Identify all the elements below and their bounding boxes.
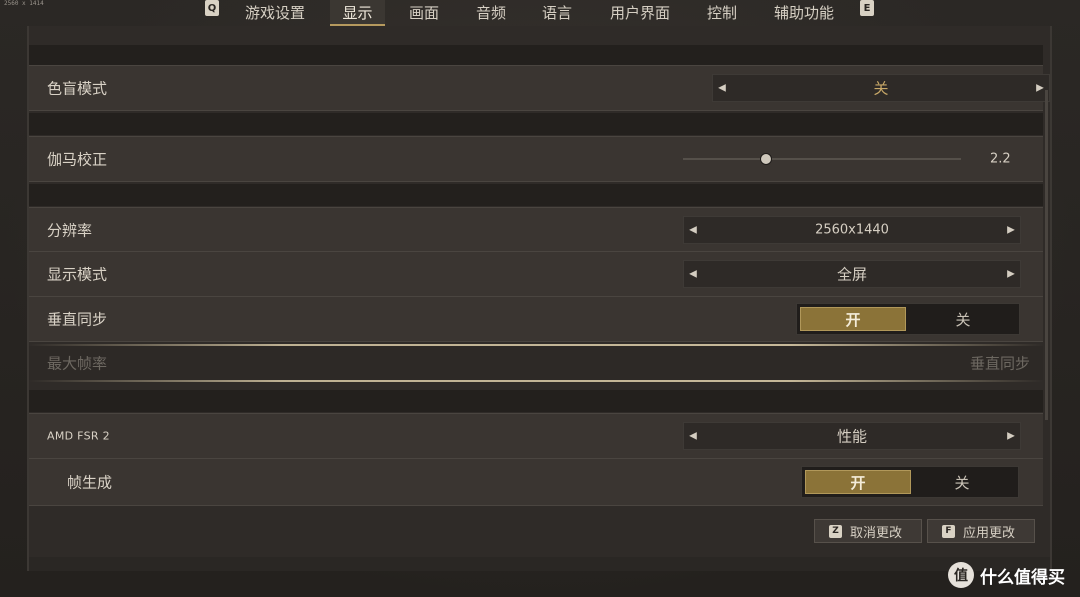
max-fps-value: 垂直同步 bbox=[970, 354, 1031, 373]
frame-gen-toggle[interactable]: 开 关 bbox=[801, 466, 1019, 498]
apply-changes-label: 应用更改 bbox=[963, 525, 1016, 541]
tab-controls[interactable]: 控制 bbox=[696, 0, 748, 24]
watermark-text: 什么值得买 bbox=[980, 567, 1065, 588]
tab-language[interactable]: 语言 bbox=[531, 0, 583, 24]
cancel-changes-button[interactable]: Z 取消更改 bbox=[814, 519, 922, 543]
tab-accessibility[interactable]: 辅助功能 bbox=[765, 0, 843, 24]
watermark: 值 什么值得买 bbox=[948, 560, 1065, 590]
section-header bbox=[29, 390, 1043, 412]
section-header bbox=[29, 45, 1043, 67]
row-display-mode: 显示模式 ◀ 全屏 ▶ bbox=[29, 251, 1043, 297]
section-header bbox=[29, 113, 1043, 135]
nav-prev-key[interactable]: Q bbox=[205, 0, 219, 16]
vsync-on-option[interactable]: 开 bbox=[800, 307, 906, 331]
panel-frame-right bbox=[1050, 26, 1052, 571]
row-max-fps: 最大帧率 垂直同步 bbox=[29, 346, 1043, 380]
gamma-label: 伽马校正 bbox=[47, 150, 108, 169]
gamma-value: 2.2 bbox=[990, 151, 1011, 167]
section-header bbox=[29, 184, 1043, 206]
display-mode-label: 显示模式 bbox=[47, 265, 108, 284]
fsr-label: AMD FSR 2 bbox=[47, 429, 110, 443]
tab-user-interface[interactable]: 用户界面 bbox=[600, 0, 680, 24]
cancel-changes-label: 取消更改 bbox=[850, 525, 903, 541]
display-mode-value: 全屏 bbox=[836, 265, 867, 284]
nav-next-key[interactable]: E bbox=[860, 0, 874, 16]
row-amd-fsr: AMD FSR 2 ◀ 性能 ▶ bbox=[29, 413, 1043, 459]
tab-display[interactable]: 显示 bbox=[330, 0, 385, 26]
vsync-label: 垂直同步 bbox=[47, 310, 108, 329]
fsr-value: 性能 bbox=[836, 427, 867, 446]
arrow-left-icon[interactable]: ◀ bbox=[686, 269, 700, 280]
watermark-logo-icon: 值 bbox=[948, 562, 974, 588]
colorblind-label: 色盲模式 bbox=[47, 79, 108, 98]
cancel-key: Z bbox=[829, 524, 842, 538]
arrow-right-icon[interactable]: ▶ bbox=[1004, 431, 1018, 442]
vsync-off-option[interactable]: 关 bbox=[910, 307, 1016, 331]
frame-gen-on-option[interactable]: 开 bbox=[805, 470, 911, 494]
row-gamma: 伽马校正 2.2 bbox=[29, 136, 1043, 182]
tab-game-settings[interactable]: 游戏设置 bbox=[232, 0, 318, 24]
resolution-setting-label: 分辨率 bbox=[47, 221, 93, 240]
vsync-toggle[interactable]: 开 关 bbox=[796, 303, 1020, 335]
apply-key: F bbox=[942, 524, 955, 538]
settings-screen: 2560 x 1414 Q 游戏设置 显示 画面 音频 语言 用户界面 控制 辅… bbox=[0, 0, 1080, 597]
fsr-selector[interactable]: ◀ 性能 ▶ bbox=[683, 422, 1021, 450]
arrow-left-icon[interactable]: ◀ bbox=[686, 225, 700, 236]
row-colorblind-mode: 色盲模式 ◀ 关 ▶ bbox=[29, 65, 1050, 111]
display-mode-selector[interactable]: ◀ 全屏 ▶ bbox=[683, 260, 1021, 288]
scrollbar[interactable] bbox=[1045, 90, 1048, 420]
panel-bottom-strip bbox=[29, 557, 1050, 571]
gamma-slider-knob[interactable] bbox=[760, 153, 773, 165]
arrow-left-icon[interactable]: ◀ bbox=[715, 83, 729, 94]
row-frame-generation: 帧生成 开 关 bbox=[29, 458, 1043, 506]
max-fps-label: 最大帧率 bbox=[47, 354, 108, 373]
highlight-line-bottom bbox=[29, 380, 1043, 382]
gamma-slider-track[interactable] bbox=[683, 153, 961, 165]
frame-gen-label: 帧生成 bbox=[67, 473, 113, 492]
arrow-right-icon[interactable]: ▶ bbox=[1004, 225, 1018, 236]
row-resolution: 分辨率 ◀ 2560x1440 ▶ bbox=[29, 207, 1043, 253]
frame-gen-off-option[interactable]: 关 bbox=[909, 470, 1015, 494]
top-nav: Q 游戏设置 显示 画面 音频 语言 用户界面 控制 辅助功能 E bbox=[0, 0, 1080, 26]
apply-changes-button[interactable]: F 应用更改 bbox=[927, 519, 1035, 543]
row-vsync: 垂直同步 开 关 bbox=[29, 296, 1043, 342]
resolution-selector[interactable]: ◀ 2560x1440 ▶ bbox=[683, 216, 1021, 244]
arrow-left-icon[interactable]: ◀ bbox=[686, 431, 700, 442]
resolution-value: 2560x1440 bbox=[815, 222, 889, 238]
colorblind-value: 关 bbox=[873, 79, 889, 98]
tab-graphics[interactable]: 画面 bbox=[398, 0, 450, 24]
arrow-right-icon[interactable]: ▶ bbox=[1004, 269, 1018, 280]
colorblind-selector[interactable]: ◀ 关 ▶ bbox=[712, 74, 1050, 102]
tab-audio[interactable]: 音频 bbox=[465, 0, 517, 24]
